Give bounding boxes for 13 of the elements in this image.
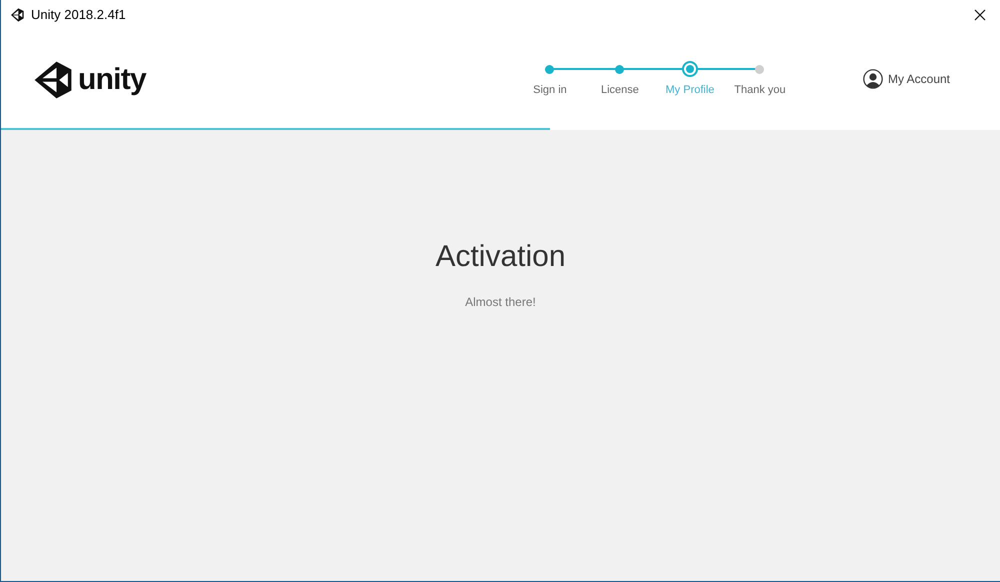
my-account-button[interactable]: My Account xyxy=(862,69,950,89)
unity-logo-icon xyxy=(32,59,74,101)
close-icon xyxy=(974,9,986,21)
logo-wordmark: unity xyxy=(78,65,146,95)
step-label: Thank you xyxy=(734,83,786,98)
step-label: My Profile xyxy=(666,83,714,98)
step-label: License xyxy=(601,83,639,98)
window-title: Unity 2018.2.4f1 xyxy=(31,6,126,24)
step-label: Sign in xyxy=(533,83,567,98)
unity-logo-icon xyxy=(9,7,25,23)
page-title: Activation xyxy=(435,239,566,275)
user-avatar-icon xyxy=(862,69,883,89)
page-subtitle: Almost there! xyxy=(465,294,536,311)
